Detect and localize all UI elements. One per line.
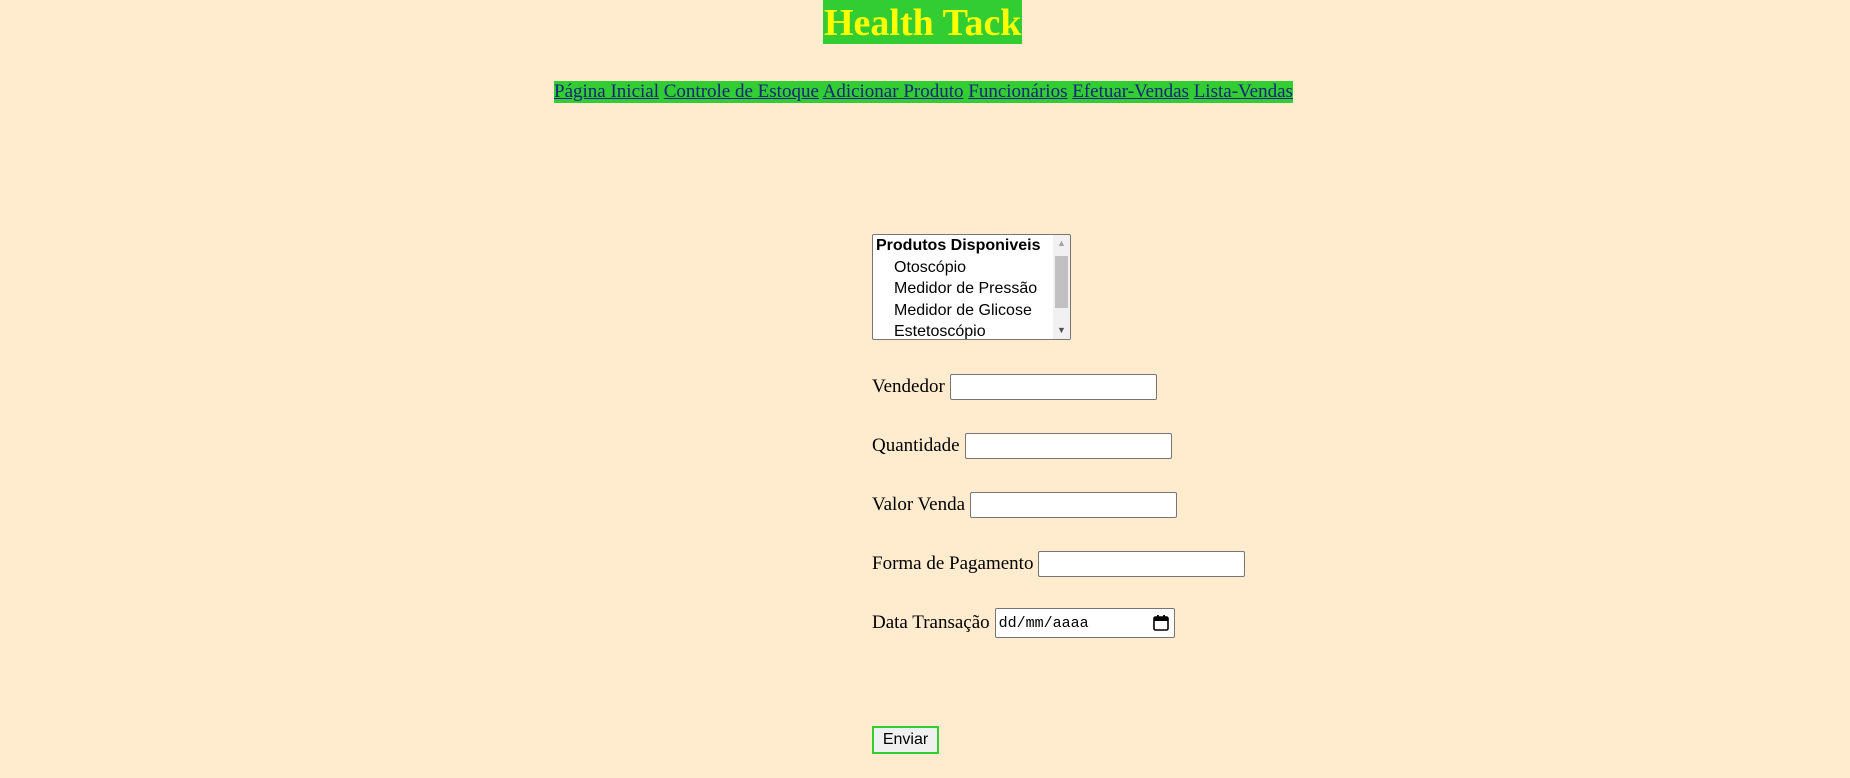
nav-link-controle-de-estoque[interactable]: Controle de Estoque bbox=[664, 81, 819, 102]
forma-pagamento-input[interactable] bbox=[1038, 551, 1246, 577]
nav-link-lista-vendas[interactable]: Lista-Vendas bbox=[1194, 81, 1293, 102]
quantidade-input[interactable] bbox=[964, 433, 1172, 459]
product-listbox[interactable]: Produtos Disponiveis Otoscópio Medidor d… bbox=[872, 234, 1071, 340]
scroll-down-arrow-icon[interactable]: ▼ bbox=[1053, 322, 1070, 339]
product-group-label: Produtos Disponiveis bbox=[876, 237, 1041, 254]
scrollbar-thumb[interactable] bbox=[1055, 256, 1068, 308]
main-nav: Página Inicial Controle de Estoque Adici… bbox=[554, 81, 1293, 103]
valor-venda-input[interactable] bbox=[970, 492, 1178, 518]
product-option[interactable]: Estetoscópio bbox=[873, 321, 1070, 339]
submit-button[interactable]: Enviar bbox=[872, 726, 939, 754]
data-transacao-row: Data Transação dd/mm/aaaa bbox=[872, 608, 1175, 638]
product-option[interactable]: Medidor de Glicose bbox=[873, 300, 1070, 322]
calendar-icon[interactable] bbox=[1152, 614, 1170, 632]
sale-form: Produtos Disponiveis Otoscópio Medidor d… bbox=[872, 234, 1246, 638]
forma-pagamento-row: Forma de Pagamento bbox=[872, 551, 1246, 577]
data-transacao-input[interactable]: dd/mm/aaaa bbox=[994, 608, 1175, 638]
valor-venda-row: Valor Venda bbox=[872, 492, 1178, 518]
data-transacao-label: Data Transação bbox=[872, 612, 990, 633]
vendedor-label: Vendedor bbox=[872, 376, 945, 397]
forma-pagamento-label: Forma de Pagamento bbox=[872, 553, 1034, 574]
nav-link-pagina-inicial[interactable]: Página Inicial bbox=[554, 81, 659, 102]
valor-venda-label: Valor Venda bbox=[872, 494, 966, 515]
nav-link-funcionarios[interactable]: Funcionários bbox=[968, 81, 1067, 102]
quantidade-label: Quantidade bbox=[872, 435, 960, 456]
product-option[interactable]: Medidor de Pressão bbox=[873, 278, 1070, 300]
scroll-up-arrow-icon[interactable]: ▲ bbox=[1053, 235, 1070, 252]
listbox-scrollbar[interactable]: ▲ ▼ bbox=[1053, 235, 1070, 339]
nav-link-adicionar-produto[interactable]: Adicionar Produto bbox=[823, 81, 964, 102]
product-option[interactable]: Otoscópio bbox=[873, 257, 1070, 279]
vendedor-row: Vendedor bbox=[872, 374, 1157, 400]
site-title: Health Tack bbox=[823, 0, 1023, 44]
nav-link-efetuar-vendas[interactable]: Efetuar-Vendas bbox=[1072, 81, 1189, 102]
quantidade-row: Quantidade bbox=[872, 433, 1172, 459]
date-placeholder: dd/mm/aaaa bbox=[998, 614, 1089, 632]
vendedor-input[interactable] bbox=[949, 374, 1157, 400]
